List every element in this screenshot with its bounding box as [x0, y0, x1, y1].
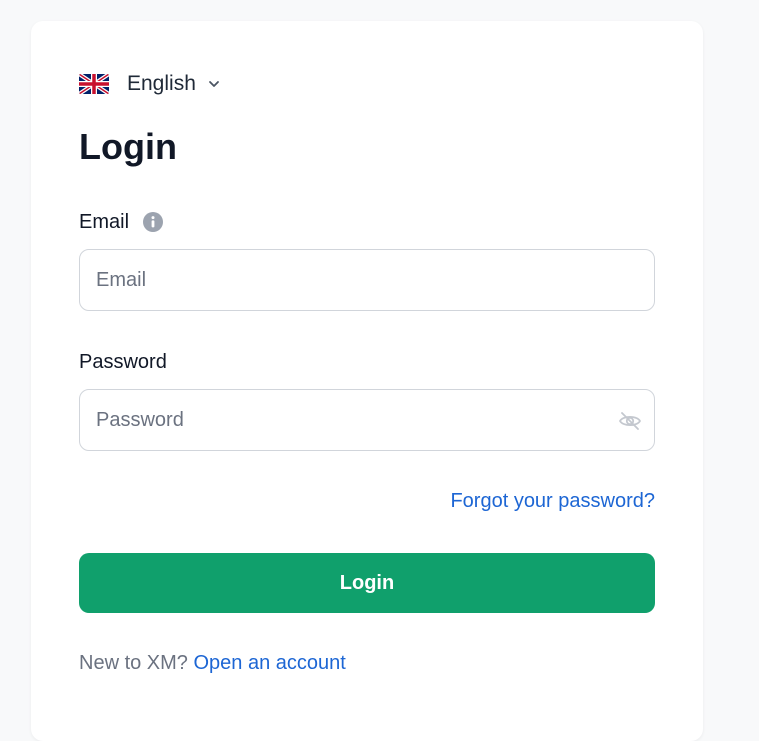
password-label: Password	[79, 351, 167, 373]
info-icon[interactable]	[143, 212, 164, 232]
language-label: English	[127, 72, 196, 95]
password-field-container	[79, 389, 655, 451]
email-label: Email	[79, 211, 130, 233]
login-card: English Login Email Password Forgot your…	[31, 21, 703, 741]
password-label-row: Password	[79, 350, 167, 374]
eye-slash-icon[interactable]	[618, 409, 642, 433]
signup-prompt-row: New to XM? Open an account	[79, 650, 346, 676]
email-field-container	[79, 249, 655, 311]
password-field[interactable]	[80, 390, 654, 450]
email-label-row: Email	[79, 210, 164, 234]
language-selector[interactable]: English	[79, 71, 220, 97]
forgot-password-link[interactable]: Forgot your password?	[450, 488, 655, 514]
uk-flag-icon	[79, 74, 109, 94]
open-account-link[interactable]: Open an account	[194, 652, 346, 674]
login-button[interactable]: Login	[79, 553, 655, 613]
signup-prompt-text: New to XM?	[79, 652, 188, 674]
email-field[interactable]	[80, 250, 654, 310]
chevron-down-icon	[208, 81, 219, 87]
page-title: Login	[79, 126, 177, 167]
